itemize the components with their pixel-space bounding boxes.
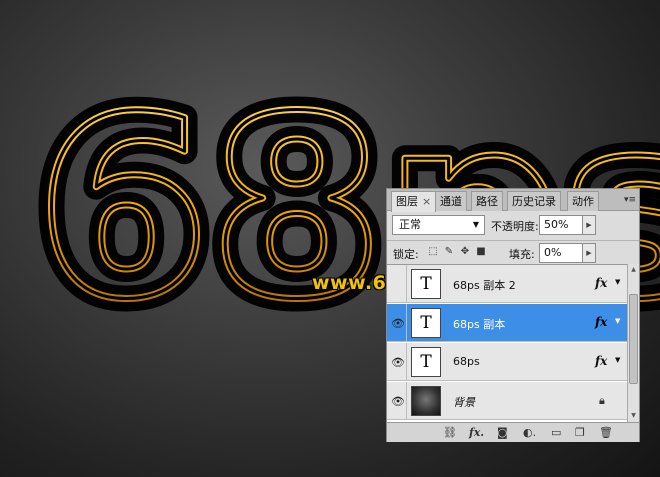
- eye-icon: 👁: [391, 395, 405, 408]
- fill-slider-button[interactable]: ▶: [582, 243, 596, 263]
- tab-actions[interactable]: 动作: [567, 191, 599, 211]
- visibility-toggle[interactable]: 👁: [387, 382, 407, 420]
- chevron-down-icon: ▼: [472, 220, 479, 229]
- fill-label: 填充:: [509, 248, 535, 261]
- lock-all-icon[interactable]: ■: [475, 246, 487, 258]
- panel-tabs: 图层 × 通道 路径 历史记录 动作 ▾≡: [387, 189, 639, 212]
- opacity-input[interactable]: 50%: [539, 215, 583, 235]
- text-layer-thumbnail: T: [411, 308, 441, 338]
- layer-name: 背景: [453, 396, 475, 409]
- visibility-toggle[interactable]: [387, 265, 407, 303]
- layer-name: 68ps 副本: [453, 318, 506, 331]
- tab-layers-label: 图层: [396, 195, 418, 208]
- fx-icon[interactable]: fx: [595, 276, 607, 290]
- tab-layers[interactable]: 图层 ×: [391, 191, 437, 212]
- tab-history[interactable]: 历史记录: [507, 191, 561, 211]
- eye-icon: 👁: [391, 317, 405, 330]
- fx-icon[interactable]: fx: [595, 354, 607, 368]
- lock-transparent-icon[interactable]: ⬚: [427, 246, 439, 258]
- tab-channels-label: 通道: [440, 195, 462, 208]
- trash-icon[interactable]: 🗑︎: [599, 426, 613, 439]
- layer-row[interactable]: T 68ps 副本 2 fx ▼: [387, 265, 627, 303]
- adjustment-layer-icon[interactable]: ◐.: [523, 426, 536, 439]
- panel-menu-icon[interactable]: ▾≡: [624, 195, 636, 205]
- expand-effects-icon[interactable]: ▼: [615, 356, 620, 364]
- fx-icon[interactable]: fx: [595, 315, 607, 329]
- eye-icon: 👁: [391, 356, 405, 369]
- link-layers-icon[interactable]: ⛓: [443, 426, 457, 439]
- text-layer-thumbnail: T: [411, 347, 441, 377]
- new-group-icon[interactable]: ▭: [551, 426, 561, 439]
- layer-name: 68ps 副本 2: [453, 279, 516, 292]
- background-layer-thumbnail: [411, 386, 441, 416]
- blend-row: 正常 ▼ 不透明度: 50% ▶: [387, 213, 639, 239]
- add-style-icon[interactable]: fx.: [469, 426, 484, 439]
- lock-label: 锁定:: [393, 248, 419, 261]
- opacity-slider-button[interactable]: ▶: [582, 215, 596, 235]
- expand-effects-icon[interactable]: ▼: [615, 317, 620, 325]
- tab-paths-label: 路径: [476, 195, 498, 208]
- scroll-up-icon[interactable]: ▲: [628, 264, 639, 276]
- lock-icon: 🔒︎: [599, 394, 605, 407]
- layers-scrollbar[interactable]: ▲ ▼: [627, 264, 639, 422]
- tab-actions-label: 动作: [572, 195, 594, 208]
- layer-row[interactable]: 👁 T 68ps 副本 fx ▼: [387, 304, 627, 342]
- lock-brush-icon[interactable]: ✎: [443, 246, 455, 258]
- close-icon[interactable]: ×: [422, 195, 431, 208]
- fill-input[interactable]: 0%: [539, 243, 583, 263]
- opacity-label: 不透明度:: [491, 220, 539, 233]
- scrollbar-thumb[interactable]: [629, 294, 638, 384]
- tab-history-label: 历史记录: [512, 195, 556, 208]
- layers-panel: 图层 × 通道 路径 历史记录 动作 ▾≡ 正常 ▼ 不透明度: 50% ▶ 锁定…: [386, 188, 640, 442]
- expand-effects-icon[interactable]: ▼: [615, 278, 620, 286]
- text-layer-thumbnail: T: [411, 269, 441, 299]
- layer-row[interactable]: 👁 背景 🔒︎: [387, 382, 627, 420]
- tab-paths[interactable]: 路径: [471, 191, 503, 211]
- lock-move-icon[interactable]: ✥: [459, 246, 471, 258]
- panel-bottom-toolbar: ⛓ fx. ◙ ◐. ▭ ❐ 🗑︎: [387, 422, 639, 442]
- layer-row[interactable]: 👁 T 68ps fx ▼: [387, 343, 627, 381]
- layers-list: T 68ps 副本 2 fx ▼ 👁 T 68ps 副本 fx ▼ 👁 T 68…: [387, 264, 627, 422]
- scroll-down-icon[interactable]: ▼: [628, 410, 639, 422]
- layer-name: 68ps: [453, 355, 480, 368]
- visibility-toggle[interactable]: 👁: [387, 343, 407, 381]
- lock-row: 锁定: ⬚ ✎ ✥ ■ 填充: 0% ▶: [387, 240, 639, 264]
- new-layer-icon[interactable]: ❐: [575, 426, 585, 439]
- blend-mode-select[interactable]: 正常 ▼: [392, 215, 485, 235]
- add-mask-icon[interactable]: ◙: [497, 426, 508, 439]
- visibility-toggle[interactable]: 👁: [387, 304, 407, 342]
- blend-mode-value: 正常: [399, 218, 421, 231]
- tab-channels[interactable]: 通道: [435, 191, 467, 211]
